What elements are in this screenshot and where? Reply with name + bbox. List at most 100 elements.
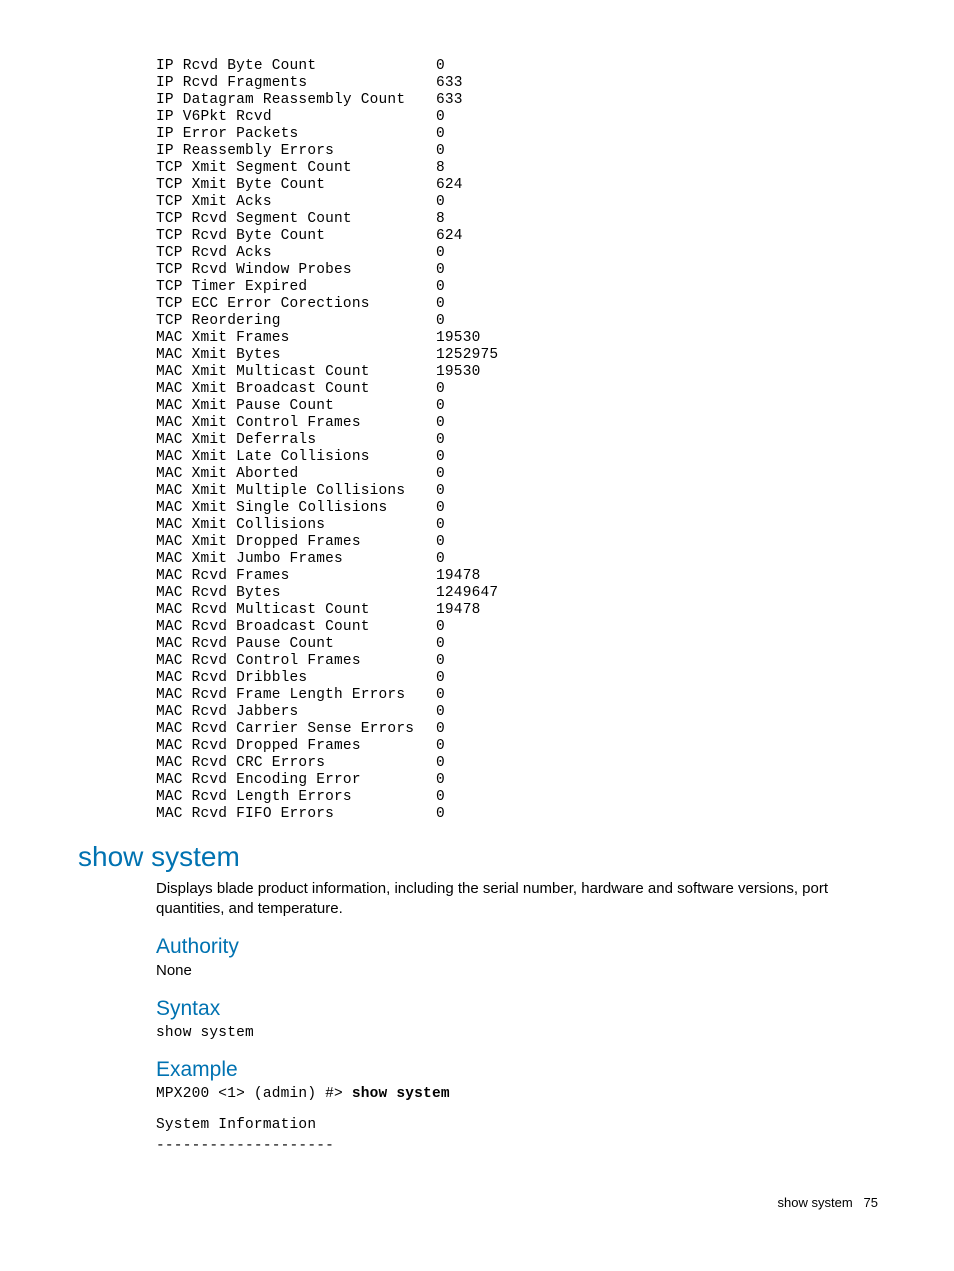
footer-label: show system [778,1195,853,1210]
stat-value: 8 [436,211,445,228]
stat-label: MAC Xmit Late Collisions [156,449,436,466]
stat-label: MAC Xmit Jumbo Frames [156,551,436,568]
stat-label: MAC Xmit Multicast Count [156,364,436,381]
stat-value: 0 [436,398,445,415]
stat-label: MAC Rcvd Control Frames [156,653,436,670]
example-prompt: MPX200 <1> (admin) #> [156,1086,352,1102]
stat-value: 19530 [436,330,481,347]
stat-label: MAC Rcvd Broadcast Count [156,619,436,636]
stat-value: 0 [436,262,445,279]
stat-row: MAC Rcvd Bytes1249647 [156,585,884,602]
stat-row: MAC Xmit Multiple Collisions0 [156,483,884,500]
stat-label: TCP Reordering [156,313,436,330]
syntax-heading: Syntax [156,997,884,1021]
stat-label: MAC Xmit Aborted [156,466,436,483]
stat-value: 0 [436,449,445,466]
stat-label: TCP Rcvd Window Probes [156,262,436,279]
stat-value: 19478 [436,602,481,619]
stat-value: 0 [436,109,445,126]
stat-label: MAC Rcvd Carrier Sense Errors [156,721,436,738]
stat-row: MAC Xmit Dropped Frames0 [156,534,884,551]
stat-value: 0 [436,143,445,160]
stat-row: MAC Rcvd Carrier Sense Errors0 [156,721,884,738]
stat-value: 624 [436,177,463,194]
stat-label: MAC Xmit Multiple Collisions [156,483,436,500]
stat-label: MAC Xmit Control Frames [156,415,436,432]
stat-value: 0 [436,517,445,534]
stat-label: MAC Xmit Broadcast Count [156,381,436,398]
stat-value: 0 [436,296,445,313]
stat-label: MAC Xmit Bytes [156,347,436,364]
stat-row: MAC Rcvd Multicast Count19478 [156,602,884,619]
stat-label: MAC Rcvd Multicast Count [156,602,436,619]
stat-row: MAC Xmit Frames19530 [156,330,884,347]
stat-label: IP Rcvd Byte Count [156,58,436,75]
stat-value: 0 [436,619,445,636]
stat-row: MAC Xmit Broadcast Count0 [156,381,884,398]
stat-label: TCP Timer Expired [156,279,436,296]
stat-label: TCP Xmit Segment Count [156,160,436,177]
stat-value: 0 [436,738,445,755]
stat-value: 0 [436,653,445,670]
stat-row: MAC Rcvd CRC Errors0 [156,755,884,772]
stat-value: 0 [436,279,445,296]
stat-row: MAC Rcvd Pause Count0 [156,636,884,653]
stat-row: MAC Xmit Jumbo Frames0 [156,551,884,568]
stat-label: MAC Rcvd Frame Length Errors [156,687,436,704]
stat-value: 19478 [436,568,481,585]
stat-label: MAC Xmit Dropped Frames [156,534,436,551]
command-heading: show system [78,841,884,873]
stat-value: 0 [436,500,445,517]
stat-label: MAC Rcvd Dropped Frames [156,738,436,755]
stat-label: TCP Rcvd Acks [156,245,436,262]
stat-value: 0 [436,415,445,432]
stat-row: MAC Xmit Late Collisions0 [156,449,884,466]
stat-value: 0 [436,126,445,143]
stat-row: MAC Rcvd Frames19478 [156,568,884,585]
stat-value: 0 [436,466,445,483]
stat-row: TCP Xmit Acks0 [156,194,884,211]
stat-value: 0 [436,789,445,806]
stat-label: MAC Rcvd Bytes [156,585,436,602]
stat-label: MAC Xmit Deferrals [156,432,436,449]
stat-label: MAC Rcvd CRC Errors [156,755,436,772]
stat-value: 1252975 [436,347,498,364]
stat-value: 0 [436,636,445,653]
stat-value: 0 [436,483,445,500]
stat-label: TCP Xmit Byte Count [156,177,436,194]
stat-label: IP Rcvd Fragments [156,75,436,92]
stat-row: IP Reassembly Errors0 [156,143,884,160]
stat-label: TCP Rcvd Segment Count [156,211,436,228]
stat-value: 0 [436,755,445,772]
stat-value: 0 [436,313,445,330]
stats-table: IP Rcvd Byte Count0IP Rcvd Fragments633I… [156,58,884,823]
example-prompt-line: MPX200 <1> (admin) #> show system [156,1086,884,1103]
stat-label: MAC Rcvd Jabbers [156,704,436,721]
stat-row: IP V6Pkt Rcvd0 [156,109,884,126]
stat-row: MAC Xmit Bytes1252975 [156,347,884,364]
stat-row: MAC Rcvd Jabbers0 [156,704,884,721]
example-heading: Example [156,1058,884,1082]
stat-row: TCP Xmit Byte Count624 [156,177,884,194]
stat-value: 0 [436,687,445,704]
stat-row: MAC Xmit Pause Count0 [156,398,884,415]
stat-value: 0 [436,432,445,449]
stat-row: MAC Xmit Deferrals0 [156,432,884,449]
stat-row: MAC Xmit Multicast Count19530 [156,364,884,381]
stat-row: MAC Xmit Collisions0 [156,517,884,534]
stat-value: 0 [436,806,445,823]
stat-label: TCP Rcvd Byte Count [156,228,436,245]
stat-label: IP V6Pkt Rcvd [156,109,436,126]
stat-value: 1249647 [436,585,498,602]
stat-row: MAC Xmit Aborted0 [156,466,884,483]
stat-row: MAC Rcvd Dribbles0 [156,670,884,687]
example-command: show system [352,1086,450,1102]
stat-value: 0 [436,534,445,551]
footer-page-number: 75 [864,1195,878,1210]
stat-row: MAC Rcvd FIFO Errors0 [156,806,884,823]
stat-label: MAC Xmit Collisions [156,517,436,534]
stat-label: MAC Xmit Frames [156,330,436,347]
stat-value: 0 [436,58,445,75]
stat-label: MAC Rcvd Frames [156,568,436,585]
stat-row: TCP Timer Expired0 [156,279,884,296]
